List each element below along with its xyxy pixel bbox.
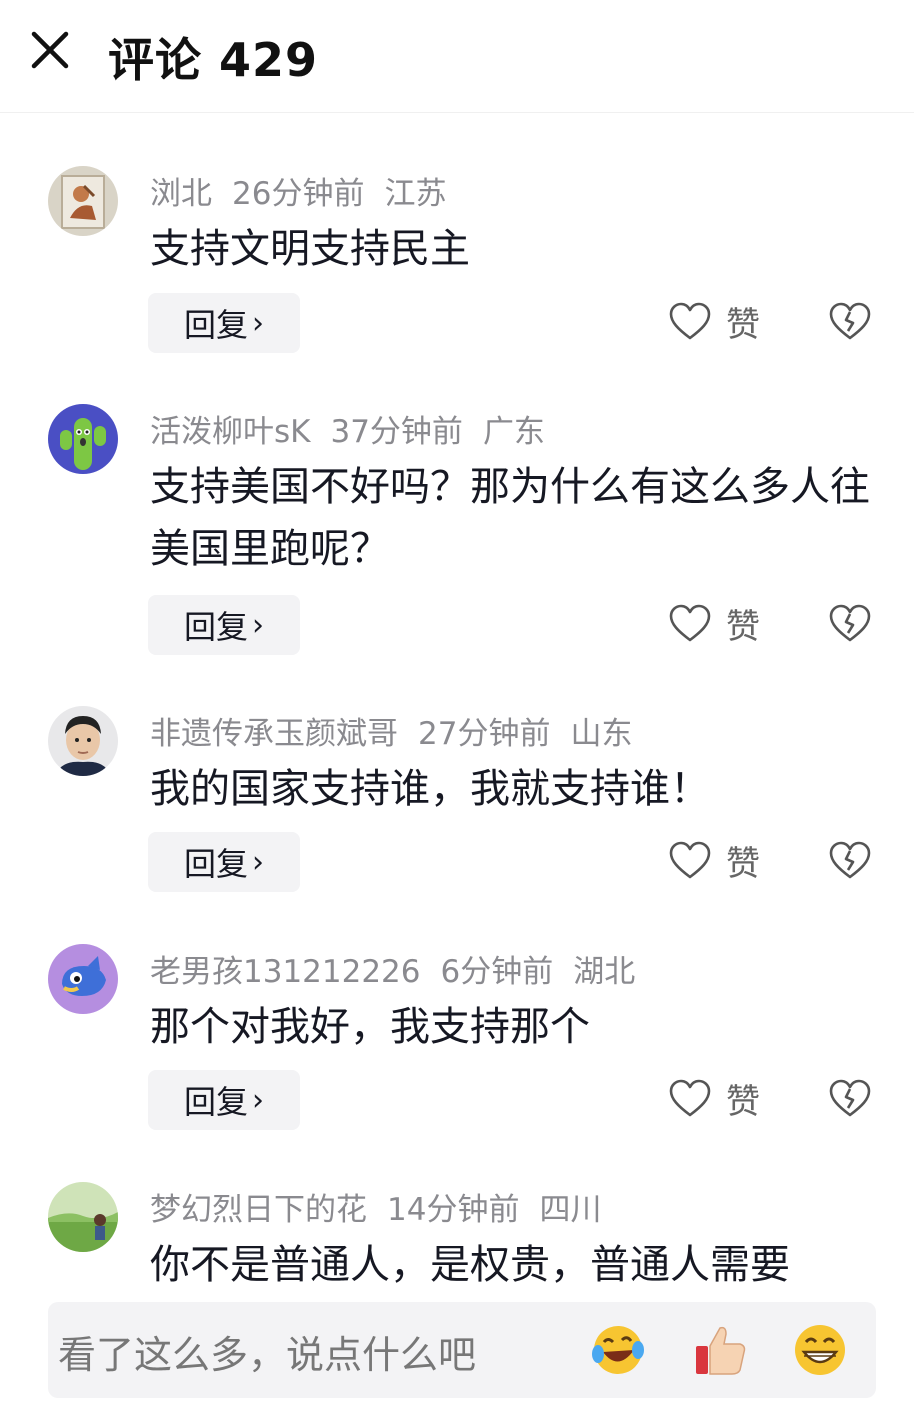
avatar[interactable] (48, 944, 118, 1014)
reply-button[interactable]: 回复 › (148, 293, 300, 353)
thumbs-up-emoji-icon (696, 1326, 746, 1375)
dislike-button[interactable] (828, 291, 874, 351)
comment-time: 14分钟前 (387, 1192, 520, 1228)
broken-heart-icon (829, 302, 871, 340)
comment-meta: 老男孩131212226 6分钟前 湖北 (150, 946, 655, 991)
chevron-right-icon: › (252, 305, 264, 341)
heart-icon (669, 604, 711, 642)
broken-heart-icon (829, 604, 871, 642)
comments-title: 评论 429 (108, 33, 319, 87)
heart-icon (669, 841, 711, 879)
comment-text: 支持文明支持民主 (150, 226, 470, 272)
like-button[interactable]: 赞 (668, 1068, 760, 1128)
comment-meta: 非遗传承玉颜斌哥 27分钟前 山东 (150, 708, 652, 753)
grin-emoji-icon (795, 1325, 845, 1375)
broken-heart-icon (829, 841, 871, 879)
close-button[interactable] (26, 26, 74, 74)
avatar[interactable] (48, 166, 118, 236)
like-button[interactable]: 赞 (668, 830, 760, 890)
laugh-cry-emoji-icon (592, 1326, 644, 1374)
reply-label: 回复 (183, 845, 248, 883)
heart-icon (669, 302, 711, 340)
comments-header: 评论 429 (0, 0, 914, 113)
comment-username[interactable]: 老男孩131212226 (150, 954, 421, 990)
like-button[interactable]: 赞 (668, 593, 760, 653)
comment-time: 37分钟前 (330, 414, 463, 450)
avatar[interactable] (48, 404, 118, 474)
like-button[interactable]: 赞 (668, 291, 760, 351)
comment-username[interactable]: 非遗传承玉颜斌哥 (150, 716, 398, 752)
like-label: 赞 (726, 606, 760, 647)
reply-button[interactable]: 回复 › (148, 595, 300, 655)
comment-meta: 活泼柳叶sK 37分钟前 广东 (150, 406, 565, 451)
thumbs-up-emoji-button[interactable] (690, 1320, 750, 1380)
grin-emoji-button[interactable] (790, 1320, 850, 1380)
avatar[interactable] (48, 706, 118, 776)
comment-meta: 浏北 26分钟前 江苏 (150, 168, 466, 213)
comment-username[interactable]: 浏北 (150, 176, 212, 212)
comment-text: 那个对我好，我支持那个 (150, 1004, 590, 1050)
like-label: 赞 (726, 304, 760, 345)
comment-location: 江苏 (384, 176, 447, 212)
broken-heart-icon (829, 1079, 871, 1117)
comment-time: 27分钟前 (418, 716, 551, 752)
reply-button[interactable]: 回复 › (148, 832, 300, 892)
comment-location: 四川 (539, 1192, 602, 1228)
close-icon (31, 31, 69, 69)
comment-input-bar: 看了这么多，说点什么吧 (48, 1302, 876, 1398)
comment-time: 26分钟前 (232, 176, 365, 212)
chevron-right-icon: › (252, 1082, 264, 1118)
comment-time: 6分钟前 (440, 954, 554, 990)
comment-location: 湖北 (573, 954, 636, 990)
reply-button[interactable]: 回复 › (148, 1070, 300, 1130)
dislike-button[interactable] (828, 830, 874, 890)
reply-label: 回复 (183, 306, 248, 344)
reply-label: 回复 (183, 608, 248, 646)
dislike-button[interactable] (828, 1068, 874, 1128)
comment-meta: 梦幻烈日下的花 14分钟前 四川 (150, 1184, 621, 1229)
chevron-right-icon: › (252, 607, 264, 643)
comment-location: 山东 (570, 716, 633, 752)
chevron-right-icon: › (252, 844, 264, 880)
comment-username[interactable]: 梦幻烈日下的花 (150, 1192, 367, 1228)
heart-icon (669, 1079, 711, 1117)
comment-text: 你不是普通人，是权贵，普通人需要 (150, 1242, 790, 1286)
comment-input[interactable]: 看了这么多，说点什么吧 (58, 1324, 476, 1379)
like-label: 赞 (726, 843, 760, 884)
comment-text: 支持美国不好吗？那为什么有这么多人往美国里跑呢？ (150, 464, 870, 572)
comment-location: 广东 (482, 414, 545, 450)
reply-label: 回复 (183, 1083, 248, 1121)
like-label: 赞 (726, 1081, 760, 1122)
dislike-button[interactable] (828, 593, 874, 653)
comment-username[interactable]: 活泼柳叶sK (150, 414, 310, 450)
avatar[interactable] (48, 1182, 118, 1252)
laugh-cry-emoji-button[interactable] (588, 1320, 648, 1380)
comment-text: 我的国家支持谁，我就支持谁！ (150, 766, 710, 812)
